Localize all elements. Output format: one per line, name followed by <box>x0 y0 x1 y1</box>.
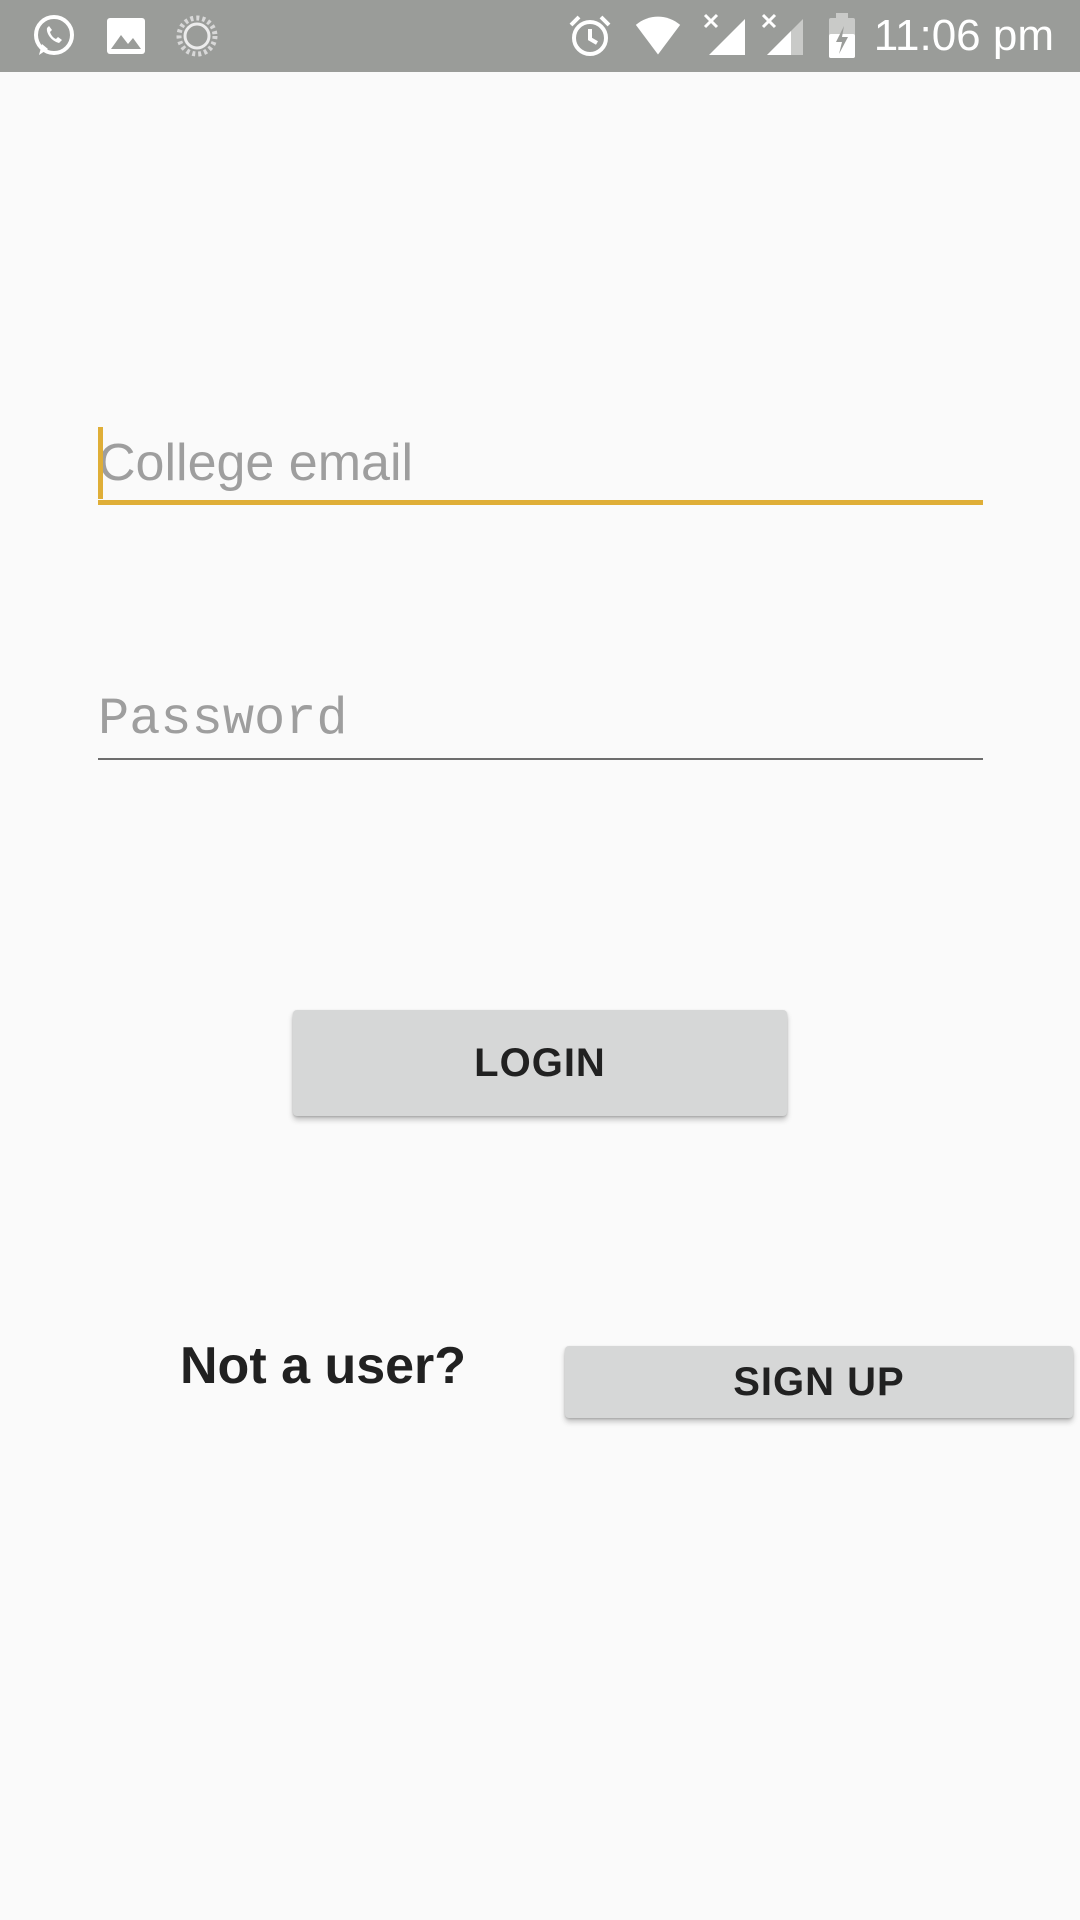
login-button[interactable]: LOGIN <box>293 1010 787 1116</box>
signup-prompt: Not a user? <box>180 1337 467 1395</box>
alarm-icon <box>566 12 614 60</box>
signal-icon <box>760 12 808 60</box>
status-bar: 11:06 pm <box>0 0 1080 72</box>
signup-button[interactable]: SIGN UP <box>565 1346 1073 1418</box>
signal-icon <box>702 12 750 60</box>
image-icon <box>102 12 150 60</box>
password-field-container <box>98 680 983 760</box>
wifi-icon <box>634 12 682 60</box>
password-field[interactable] <box>98 680 983 760</box>
text-cursor <box>98 427 103 499</box>
sync-icon <box>173 12 221 60</box>
status-time: 11:06 pm <box>873 11 1054 60</box>
battery-charging-icon <box>818 12 866 60</box>
whatsapp-icon <box>30 12 78 60</box>
email-field-container <box>98 425 983 505</box>
email-field[interactable] <box>98 425 983 505</box>
